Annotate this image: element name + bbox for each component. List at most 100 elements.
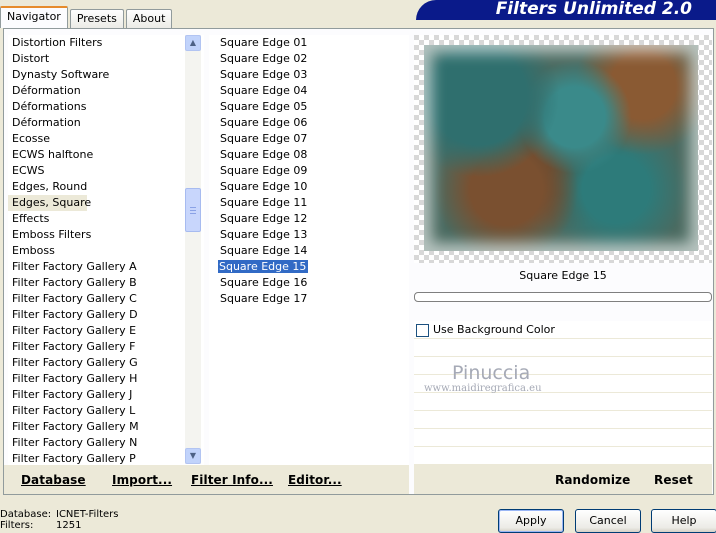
preview-area [414, 35, 712, 263]
category-item[interactable]: Déformations [8, 99, 184, 115]
cancel-button[interactable]: Cancel [575, 509, 641, 533]
filter-item-label: Square Edge 09 [220, 164, 308, 177]
filter-item-label: Square Edge 13 [220, 228, 308, 241]
filter-item-label: Square Edge 04 [220, 84, 308, 97]
editor-button[interactable]: Editor... [288, 473, 342, 487]
filter-item-label: Square Edge 12 [220, 212, 308, 225]
category-item[interactable]: Filter Factory Gallery H [8, 371, 184, 387]
progress-bar [414, 292, 712, 302]
tab-presets[interactable]: Presets [69, 9, 124, 28]
category-item[interactable]: Emboss [8, 243, 184, 259]
filter-item[interactable]: Square Edge 04 [209, 83, 409, 99]
category-item[interactable]: Filter Factory Gallery L [8, 403, 184, 419]
filter-item[interactable]: Square Edge 01 [209, 35, 409, 51]
tab-strip: Navigator Presets About [0, 0, 174, 28]
category-item[interactable]: Filter Factory Gallery J [8, 387, 184, 403]
category-item[interactable]: Edges, Square [8, 195, 91, 211]
filter-item[interactable]: Square Edge 10 [209, 179, 409, 195]
filter-item-label: Square Edge 17 [220, 292, 308, 305]
scroll-down-icon[interactable]: ▼ [185, 448, 201, 464]
filter-item-label: Square Edge 14 [220, 244, 308, 257]
category-item[interactable]: Filter Factory Gallery B [8, 275, 184, 291]
database-button[interactable]: Database [21, 473, 86, 487]
filter-item[interactable]: Square Edge 09 [209, 163, 409, 179]
filter-item-label: Square Edge 05 [220, 100, 308, 113]
filter-item[interactable]: Square Edge 15 [209, 259, 409, 275]
import-button[interactable]: Import... [112, 473, 172, 487]
parameter-row [414, 429, 712, 447]
filter-item-label: Square Edge 07 [220, 132, 308, 145]
category-item[interactable]: Déformation [8, 115, 184, 131]
category-scrollbar[interactable]: ▲ ▼ [185, 35, 201, 464]
category-item[interactable]: Filter Factory Gallery E [8, 323, 184, 339]
filters-label: Filters: [0, 520, 34, 531]
use-background-row[interactable]: Use Background Color [414, 321, 712, 339]
filter-item-label: Square Edge 01 [220, 36, 308, 49]
category-item[interactable]: Dynasty Software [8, 67, 184, 83]
parameter-row [414, 411, 712, 429]
scroll-thumb[interactable] [185, 188, 201, 232]
filter-item[interactable]: Square Edge 14 [209, 243, 409, 259]
category-item[interactable]: ECWS [8, 163, 184, 179]
randomize-button[interactable]: Randomize [555, 473, 630, 487]
category-item[interactable]: Distort [8, 51, 184, 67]
category-list[interactable]: Distortion Filters Distort Dynasty Softwar… [8, 35, 204, 492]
app-title-banner: Filters Unlimited 2.0 [416, 0, 716, 20]
filter-item-label: Square Edge 10 [220, 180, 308, 193]
filter-item-label: Square Edge 16 [220, 276, 308, 289]
tab-navigator[interactable]: Navigator [0, 6, 68, 28]
category-item[interactable]: Ecosse [8, 131, 184, 147]
watermark-url: www.maidiregrafica.eu [424, 383, 542, 394]
use-background-checkbox[interactable] [416, 324, 429, 337]
filter-item-label: Square Edge 03 [220, 68, 308, 81]
filter-item[interactable]: Square Edge 11 [209, 195, 409, 211]
filter-item[interactable]: Square Edge 12 [209, 211, 409, 227]
category-item[interactable]: Filter Factory Gallery A [8, 259, 184, 275]
filter-item[interactable]: Square Edge 03 [209, 67, 409, 83]
filter-info-button[interactable]: Filter Info... [191, 473, 273, 487]
filter-item[interactable]: Square Edge 06 [209, 115, 409, 131]
category-item[interactable]: Filter Factory Gallery C [8, 291, 184, 307]
category-item[interactable]: Déformation [8, 83, 184, 99]
filter-item-label: Square Edge 06 [220, 116, 308, 129]
help-button[interactable]: Help [651, 509, 716, 533]
category-item[interactable]: Edges, Round [8, 179, 184, 195]
apply-button[interactable]: Apply [498, 509, 564, 533]
reset-button[interactable]: Reset [654, 473, 693, 487]
filter-item-label: Square Edge 08 [220, 148, 308, 161]
category-item[interactable]: Emboss Filters [8, 227, 184, 243]
category-item[interactable]: Distortion Filters [8, 35, 184, 51]
parameter-row [414, 447, 712, 465]
filter-item-label: Square Edge 02 [220, 52, 308, 65]
filter-item-label: Square Edge 11 [220, 196, 308, 209]
filter-item[interactable]: Square Edge 07 [209, 131, 409, 147]
parameter-row [414, 393, 712, 411]
status-info: Database: ICNET-Filters Filters: 1251 [0, 509, 119, 531]
category-item[interactable]: ECWS halftone [8, 147, 184, 163]
filter-list[interactable]: Square Edge 01 Square Edge 02 Square Edge … [209, 35, 409, 465]
filter-item[interactable]: Square Edge 13 [209, 227, 409, 243]
filter-item[interactable]: Square Edge 17 [209, 291, 409, 307]
parameter-row [414, 339, 712, 357]
tab-about[interactable]: About [125, 9, 173, 28]
scroll-up-icon[interactable]: ▲ [185, 35, 201, 51]
category-item[interactable]: Filter Factory Gallery G [8, 355, 184, 371]
filter-item[interactable]: Square Edge 08 [209, 147, 409, 163]
watermark-name: Pinuccia [452, 362, 531, 384]
database-value: ICNET-Filters [56, 509, 119, 520]
database-label: Database: [0, 509, 52, 520]
category-item[interactable]: Filter Factory Gallery N [8, 435, 184, 451]
filter-item[interactable]: Square Edge 02 [209, 51, 409, 67]
category-item[interactable]: Filter Factory Gallery M [8, 419, 184, 435]
filter-item-label: Square Edge 15 [218, 260, 309, 273]
preview-image [424, 45, 698, 251]
navigator-panel: Distortion Filters Distort Dynasty Softwar… [3, 28, 714, 495]
preview-filter-name: Square Edge 15 [519, 269, 607, 282]
category-item[interactable]: Filter Factory Gallery D [8, 307, 184, 323]
filter-item[interactable]: Square Edge 16 [209, 275, 409, 291]
category-item[interactable]: Filter Factory Gallery F [8, 339, 184, 355]
use-background-label: Use Background Color [433, 323, 555, 336]
category-item[interactable]: Effects [8, 211, 184, 227]
filter-item[interactable]: Square Edge 05 [209, 99, 409, 115]
filters-count: 1251 [56, 520, 82, 531]
